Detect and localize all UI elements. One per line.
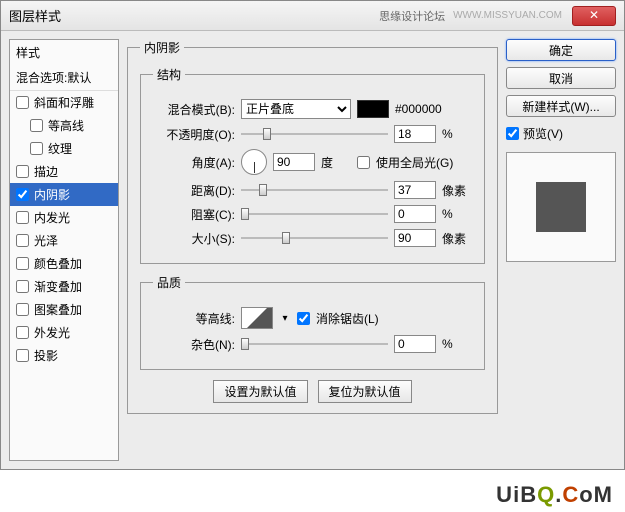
structure-group: 结构 混合模式(B): 正片叠底 #000000 不透明度(O): % <box>140 66 485 264</box>
size-unit: 像素 <box>442 230 472 247</box>
distance-unit: 像素 <box>442 182 472 199</box>
blend-color-hex: #000000 <box>395 102 442 116</box>
opacity-input[interactable] <box>394 125 436 143</box>
size-label: 大小(S): <box>153 230 235 247</box>
angle-unit: 度 <box>321 154 351 171</box>
sidebar-item-checkbox[interactable] <box>16 234 29 247</box>
panel-title: 内阴影 <box>140 39 184 56</box>
sidebar-item-7[interactable]: 颜色叠加 <box>10 252 118 275</box>
ok-button[interactable]: 确定 <box>506 39 616 61</box>
contour-dropdown-icon[interactable]: ▾ <box>279 313 291 324</box>
sidebar-item-checkbox[interactable] <box>16 96 29 109</box>
noise-slider[interactable] <box>241 337 388 351</box>
angle-label: 角度(A): <box>153 154 235 171</box>
sidebar-item-11[interactable]: 投影 <box>10 344 118 367</box>
sidebar-item-checkbox[interactable] <box>16 280 29 293</box>
preview-checkbox[interactable] <box>506 127 519 140</box>
sidebar-header[interactable]: 样式 <box>10 40 118 65</box>
sidebar-item-4[interactable]: 内阴影 <box>10 183 118 206</box>
global-light-checkbox[interactable] <box>357 156 370 169</box>
new-style-button[interactable]: 新建样式(W)... <box>506 95 616 117</box>
distance-input[interactable] <box>394 181 436 199</box>
sidebar-item-label: 光泽 <box>34 232 58 249</box>
anti-alias-checkbox[interactable] <box>297 312 310 325</box>
preview-toggle[interactable]: 预览(V) <box>506 125 616 142</box>
sidebar-item-label: 描边 <box>34 163 58 180</box>
opacity-slider[interactable] <box>241 127 388 141</box>
distance-label: 距离(D): <box>153 182 235 199</box>
sidebar-item-checkbox[interactable] <box>16 303 29 316</box>
sidebar-item-label: 投影 <box>34 347 58 364</box>
angle-dial[interactable] <box>241 149 267 175</box>
close-button[interactable]: ✕ <box>572 6 616 26</box>
layer-style-dialog: 图层样式 思缘设计论坛 WWW.MISSYUAN.COM ✕ 样式 混合选项:默… <box>0 0 625 470</box>
sidebar-item-label: 斜面和浮雕 <box>34 94 94 111</box>
watermark: UiBQ.CoM <box>496 482 613 508</box>
choke-unit: % <box>442 207 472 221</box>
sidebar-item-label: 渐变叠加 <box>34 278 82 295</box>
cancel-button[interactable]: 取消 <box>506 67 616 89</box>
size-slider[interactable] <box>241 231 388 245</box>
sidebar-item-label: 等高线 <box>48 117 84 134</box>
angle-input[interactable] <box>273 153 315 171</box>
titlebar: 图层样式 思缘设计论坛 WWW.MISSYUAN.COM ✕ <box>1 1 624 31</box>
preview-swatch <box>536 182 586 232</box>
styles-sidebar: 样式 混合选项:默认 斜面和浮雕等高线纹理描边内阴影内发光光泽颜色叠加渐变叠加图… <box>9 39 119 461</box>
sidebar-item-checkbox[interactable] <box>16 349 29 362</box>
window-title: 图层样式 <box>9 6 61 25</box>
sidebar-item-label: 纹理 <box>48 140 72 157</box>
sidebar-item-checkbox[interactable] <box>16 326 29 339</box>
sidebar-item-label: 外发光 <box>34 324 70 341</box>
sidebar-blend-options[interactable]: 混合选项:默认 <box>10 65 118 91</box>
quality-group: 品质 等高线: ▾ 消除锯齿(L) 杂色(N): % <box>140 274 485 370</box>
preview-box <box>506 152 616 262</box>
sidebar-item-1[interactable]: 等高线 <box>10 114 118 137</box>
reset-default-button[interactable]: 复位为默认值 <box>318 380 412 403</box>
forum-url: WWW.MISSYUAN.COM <box>453 10 562 21</box>
sidebar-item-checkbox[interactable] <box>16 211 29 224</box>
sidebar-item-9[interactable]: 图案叠加 <box>10 298 118 321</box>
sidebar-item-label: 图案叠加 <box>34 301 82 318</box>
sidebar-item-checkbox[interactable] <box>16 165 29 178</box>
sidebar-item-label: 内发光 <box>34 209 70 226</box>
forum-name: 思缘设计论坛 <box>379 8 445 24</box>
sidebar-item-checkbox[interactable] <box>30 142 43 155</box>
sidebar-item-checkbox[interactable] <box>16 188 29 201</box>
noise-input[interactable] <box>394 335 436 353</box>
opacity-label: 不透明度(O): <box>153 126 235 143</box>
set-default-button[interactable]: 设置为默认值 <box>213 380 307 403</box>
preview-label: 预览(V) <box>523 125 563 142</box>
blend-color-swatch[interactable] <box>357 100 389 118</box>
opacity-unit: % <box>442 127 472 141</box>
sidebar-item-label: 内阴影 <box>34 186 70 203</box>
sidebar-item-3[interactable]: 描边 <box>10 160 118 183</box>
sidebar-item-8[interactable]: 渐变叠加 <box>10 275 118 298</box>
sidebar-item-label: 颜色叠加 <box>34 255 82 272</box>
size-input[interactable] <box>394 229 436 247</box>
blend-mode-select[interactable]: 正片叠底 <box>241 99 351 119</box>
panel-fieldset: 内阴影 结构 混合模式(B): 正片叠底 #000000 不透明度(O): <box>127 39 498 414</box>
sidebar-item-6[interactable]: 光泽 <box>10 229 118 252</box>
choke-label: 阻塞(C): <box>153 206 235 223</box>
anti-alias-label: 消除锯齿(L) <box>316 310 379 327</box>
sidebar-item-2[interactable]: 纹理 <box>10 137 118 160</box>
sidebar-item-5[interactable]: 内发光 <box>10 206 118 229</box>
global-light-label: 使用全局光(G) <box>376 154 453 171</box>
choke-input[interactable] <box>394 205 436 223</box>
sidebar-item-0[interactable]: 斜面和浮雕 <box>10 91 118 114</box>
right-panel: 确定 取消 新建样式(W)... 预览(V) <box>506 39 616 461</box>
sidebar-item-checkbox[interactable] <box>30 119 43 132</box>
sidebar-item-checkbox[interactable] <box>16 257 29 270</box>
contour-picker[interactable] <box>241 307 273 329</box>
noise-label: 杂色(N): <box>153 336 235 353</box>
sidebar-item-10[interactable]: 外发光 <box>10 321 118 344</box>
blend-mode-label: 混合模式(B): <box>153 101 235 118</box>
contour-label: 等高线: <box>153 310 235 327</box>
structure-legend: 结构 <box>153 66 185 83</box>
quality-legend: 品质 <box>153 274 185 291</box>
distance-slider[interactable] <box>241 183 388 197</box>
noise-unit: % <box>442 337 472 351</box>
choke-slider[interactable] <box>241 207 388 221</box>
main-panel: 内阴影 结构 混合模式(B): 正片叠底 #000000 不透明度(O): <box>127 39 498 461</box>
